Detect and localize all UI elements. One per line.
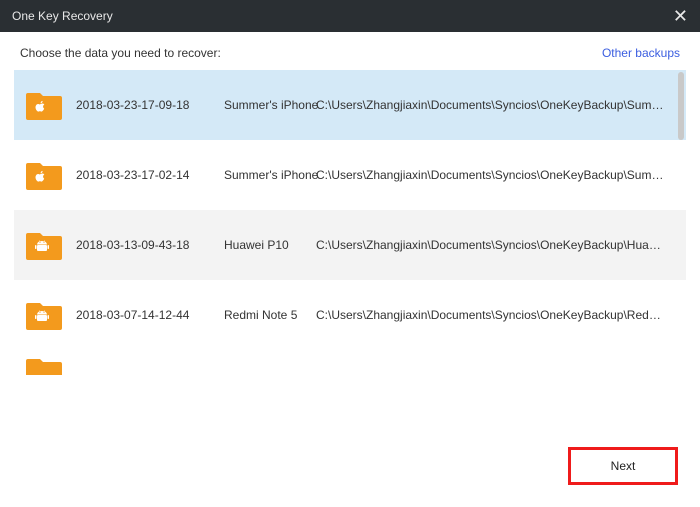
folder-apple-icon (26, 160, 62, 190)
scrollbar-thumb[interactable] (678, 72, 684, 140)
folder-apple-icon (26, 90, 62, 120)
backup-date: 2018-03-07-14-12-44 (76, 308, 224, 322)
backup-path: C:\Users\Zhangjiaxin\Documents\Syncios\O… (316, 98, 678, 112)
footer: Next (568, 447, 678, 485)
window-title: One Key Recovery (12, 9, 113, 23)
folder-android-icon (26, 230, 62, 260)
next-button-label: Next (611, 459, 636, 473)
backup-path: C:\Users\Zhangjiaxin\Documents\Syncios\O… (316, 168, 678, 182)
other-backups-link[interactable]: Other backups (602, 46, 680, 60)
backup-list: 2018-03-23-17-09-18 Summer's iPhone C:\U… (14, 70, 686, 375)
backup-date: 2018-03-13-09-43-18 (76, 238, 224, 252)
backup-path: C:\Users\Zhangjiaxin\Documents\Syncios\O… (316, 238, 678, 252)
backup-date: 2018-03-23-17-02-14 (76, 168, 224, 182)
next-button[interactable]: Next (568, 447, 678, 485)
backup-device: Summer's iPhone (224, 168, 316, 182)
folder-android-icon (26, 300, 62, 330)
backup-device: Huawei P10 (224, 238, 316, 252)
backup-row[interactable]: 2018-03-07-14-12-44 Redmi Note 5 C:\User… (14, 280, 686, 350)
backup-row[interactable]: 2018-03-23-17-09-18 Summer's iPhone C:\U… (14, 70, 686, 140)
backup-device: Redmi Note 5 (224, 308, 316, 322)
backup-device: Summer's iPhone (224, 98, 316, 112)
close-icon[interactable]: ✕ (673, 7, 688, 25)
prompt-text: Choose the data you need to recover: (20, 46, 221, 60)
backup-row[interactable]: 2018-03-23-17-02-14 Summer's iPhone C:\U… (14, 140, 686, 210)
backup-path: C:\Users\Zhangjiaxin\Documents\Syncios\O… (316, 308, 678, 322)
folder-icon (26, 356, 62, 375)
backup-row[interactable]: 2018-03-13-09-43-18 Huawei P10 C:\Users\… (14, 210, 686, 280)
titlebar: One Key Recovery ✕ (0, 0, 700, 32)
backup-row[interactable] (14, 350, 686, 375)
subheader: Choose the data you need to recover: Oth… (0, 32, 700, 70)
backup-date: 2018-03-23-17-09-18 (76, 98, 224, 112)
